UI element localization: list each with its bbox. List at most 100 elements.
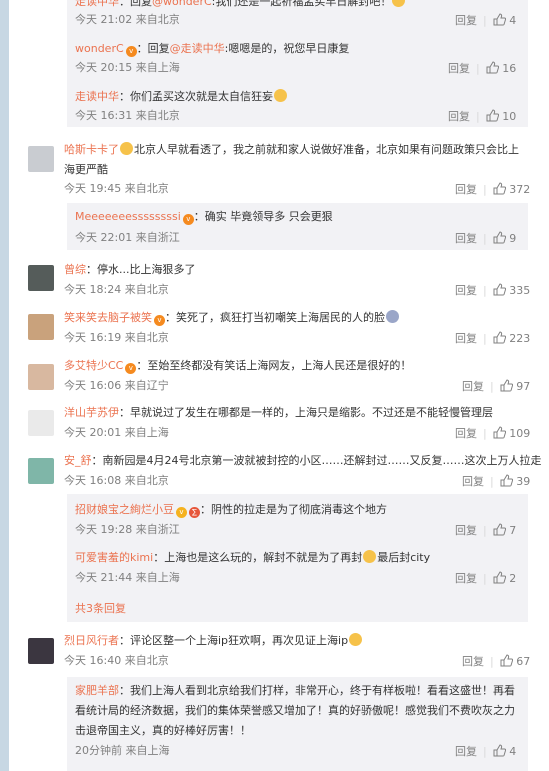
avatar[interactable] [28, 364, 54, 390]
reply-text: 回复 [147, 42, 170, 55]
avatar[interactable] [28, 410, 54, 436]
like-count: 372 [509, 183, 531, 196]
comment-actions: 回复 | 223 [455, 331, 531, 345]
thumbs-up-icon [493, 571, 506, 584]
like-count: 39 [516, 475, 531, 488]
comment-meta: 今天 16:19 来自北京 [64, 331, 169, 344]
vip-badge-icon: v [125, 46, 137, 57]
like-button[interactable]: 10 [486, 109, 516, 123]
reply-author[interactable]: 走读中华 [75, 0, 119, 8]
comment-meta: 今天 18:24 来自北京 [64, 283, 169, 296]
reply-button[interactable]: 回复 [448, 62, 470, 75]
comment-author[interactable]: 笑来笑去脑子被笑 [64, 311, 152, 324]
comment-author[interactable]: 洋山芋苏伊 [64, 406, 119, 419]
like-button[interactable]: 97 [500, 379, 531, 393]
reply-button[interactable]: 回复 [455, 284, 477, 297]
comment-body: ：南新园是4月24号北京第一波就被封控的小区……还解封过……又反复……这次上万人… [91, 454, 542, 467]
reply-actions: 回复 | 9 [455, 231, 517, 245]
reply-button[interactable]: 回复 [455, 14, 477, 27]
reply-actions: 回复 | 7 [455, 523, 517, 537]
comment-text: 安_舒：南新园是4月24号北京第一波就被封控的小区……还解封过……又反复……这次… [64, 453, 542, 469]
comment-author[interactable]: 安_舒 [64, 454, 92, 467]
comment-actions: 回复 | 335 [455, 283, 531, 297]
like-button[interactable]: 67 [500, 654, 531, 668]
reply-button[interactable]: 回复 [448, 110, 470, 123]
like-button[interactable]: 2 [493, 571, 516, 585]
emoji-icon [274, 89, 287, 102]
reply-author[interactable]: 招财娘宝之絢烂小豆 [75, 503, 174, 516]
like-count: 9 [509, 232, 517, 245]
reply-author[interactable]: Meeeeeeessssssssi [75, 210, 181, 223]
comment-meta: 今天 16:06 来自辽宁 [64, 379, 169, 392]
avatar[interactable] [28, 265, 54, 291]
comment-meta: 今天 16:40 来自北京 [64, 654, 169, 667]
comment-body: 海更严酷 [64, 163, 108, 176]
list-item: 招财娘宝之絢烂小豆 v ∑ ：阴性的拉走是为了彻底消毒这个地方 [75, 502, 387, 518]
like-button[interactable]: 9 [493, 231, 517, 245]
like-count: 7 [509, 524, 517, 537]
like-button[interactable]: 7 [493, 523, 517, 537]
reply-author[interactable]: 家肥羊部 [75, 684, 119, 697]
like-count: 4 [509, 14, 517, 27]
reply-button[interactable]: 回复 [455, 332, 477, 345]
comment-author[interactable]: 哈斯卡卡了 [64, 143, 119, 156]
like-count: 67 [516, 655, 531, 668]
list-item: 家肥羊部：我们上海人看到北京给我们打样，非常开心，终于有样板啦！看看这盛世！再看… [75, 681, 523, 741]
like-button[interactable]: 4 [493, 13, 517, 27]
reply-text: 我们还是一起祈福孟买早日解封吧！ [215, 0, 392, 8]
vip-badge-icon: v [176, 507, 187, 518]
emoji-icon [386, 310, 399, 323]
comment-body: ：早就说过了发生在哪都是一样的，上海只是缩影。不过还是不能轻慢管理层 [119, 406, 493, 419]
avatar[interactable] [28, 314, 54, 340]
comment-author[interactable]: 烈日风行者 [64, 634, 119, 647]
reply-actions: 回复 | 16 [448, 61, 517, 75]
more-replies-link[interactable]: 共3条回复 [75, 600, 126, 616]
like-button[interactable]: 109 [493, 426, 530, 440]
reply-text: ：确实 毕竟领导多 只会更狠 [193, 210, 333, 223]
reply-button[interactable]: 回复 [462, 655, 484, 668]
like-button[interactable]: 372 [493, 182, 531, 196]
list-item: wonderC v ：回复@走读中华:嗯嗯是的，祝您早日康复 [75, 42, 350, 57]
reply-actions: 回复 | 4 [455, 744, 517, 758]
avatar[interactable] [28, 146, 54, 172]
like-count: 4 [509, 745, 517, 758]
like-count: 223 [509, 332, 531, 345]
reply-button[interactable]: 回复 [455, 572, 477, 585]
reply-author[interactable]: wonderC [75, 42, 124, 55]
reply-author[interactable]: 可爱害羞的kimi [75, 551, 153, 564]
reply-actions: 回复 | 2 [455, 571, 517, 585]
reply-author[interactable]: 走读中华 [75, 90, 119, 103]
comment-text: 烈日风行者：评论区整一个上海ip狂欢啊，再次见证上海ip [64, 633, 363, 649]
reply-button[interactable]: 回复 [455, 427, 477, 440]
mention-link[interactable]: @wonderC [152, 0, 212, 8]
like-button[interactable]: 16 [486, 61, 516, 75]
reply-button[interactable]: 回复 [462, 380, 484, 393]
mention-link[interactable]: @走读中华 [170, 42, 225, 55]
avatar[interactable] [28, 458, 54, 484]
list-item: Meeeeeeessssssssi v ：确实 毕竟领导多 只会更狠 [75, 209, 333, 225]
like-button[interactable]: 223 [493, 331, 531, 345]
reply-text: ：你们孟买这次就是太自信狂妄 [119, 90, 273, 103]
like-button[interactable]: 335 [493, 283, 531, 297]
vip-badge-icon: v [125, 363, 137, 374]
reply-button[interactable]: 回复 [455, 183, 477, 196]
reply-meta: 今天 21:02 来自北京 [75, 13, 180, 26]
reply-text: ：我们上海人看到北京给我们打样，非常开心，终于有样板啦！看看这盛世！再看看统计局… [75, 684, 515, 737]
reply-button[interactable]: 回复 [455, 232, 477, 245]
reply-button[interactable]: 回复 [455, 745, 477, 758]
like-button[interactable]: 39 [500, 474, 531, 488]
comment-body: ：评论区整一个上海ip狂欢啊，再次见证上海ip [119, 634, 349, 647]
avatar[interactable] [28, 638, 54, 664]
comment-author[interactable]: 多艾特少CC [64, 359, 123, 372]
comment-actions: 回复 | 372 [455, 182, 531, 196]
like-count: 97 [516, 380, 531, 393]
like-button[interactable]: 4 [493, 744, 517, 758]
like-count: 335 [509, 284, 531, 297]
reply-button[interactable]: 回复 [455, 524, 477, 537]
comment-body: ：至始至终都没有笑话上海网友，上海人民还是很好的！ [136, 359, 412, 372]
reply-meta: 今天 19:28 来自浙江 [75, 523, 180, 536]
emoji-icon [349, 633, 363, 646]
reply-text: ：阴性的拉走是为了彻底消毒这个地方 [200, 503, 387, 516]
comment-author[interactable]: 曾综 [64, 263, 86, 276]
reply-button[interactable]: 回复 [462, 475, 484, 488]
